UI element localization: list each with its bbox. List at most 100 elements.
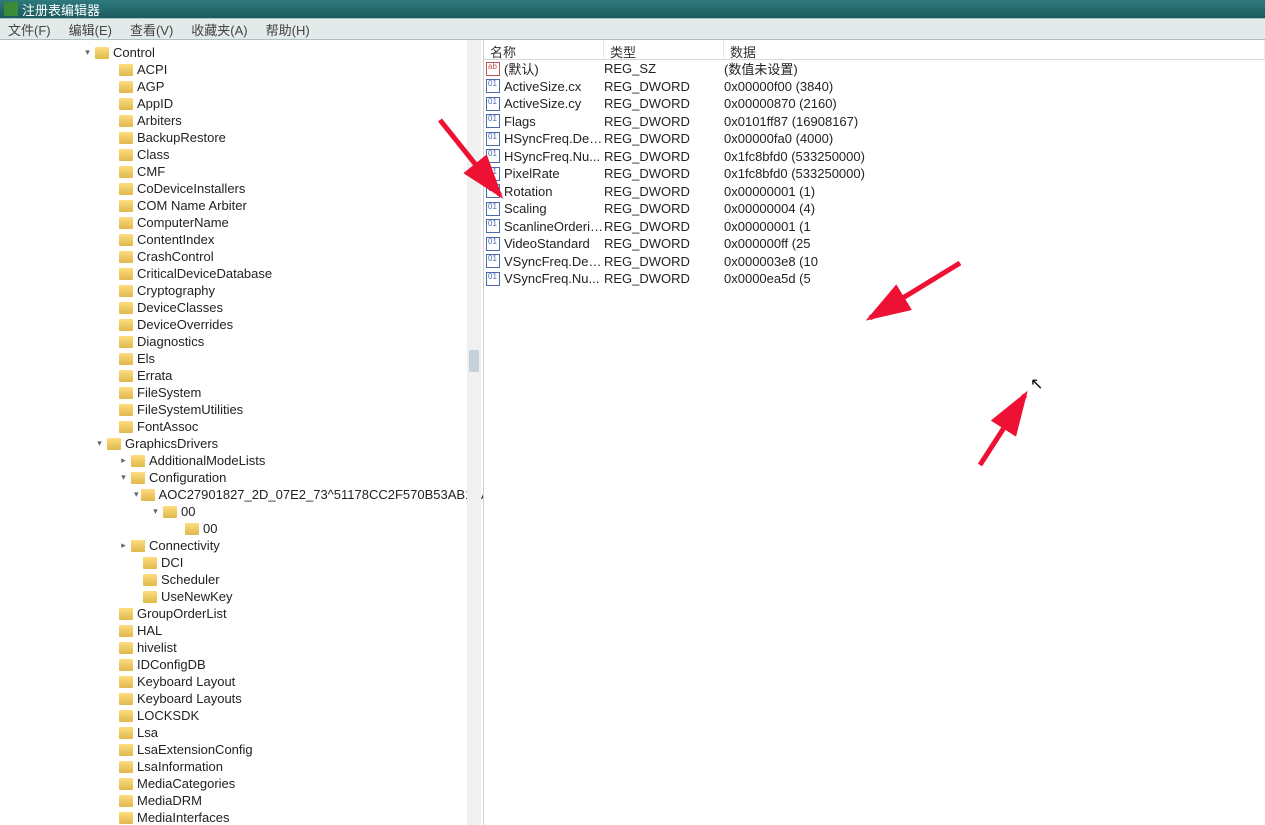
tree-item[interactable]: Cryptography bbox=[0, 282, 483, 299]
tree-scrollbar[interactable] bbox=[467, 40, 481, 825]
tree-item[interactable]: IDConfigDB bbox=[0, 656, 483, 673]
tree-item[interactable]: HAL bbox=[0, 622, 483, 639]
tree-item[interactable]: GroupOrderList bbox=[0, 605, 483, 622]
value-row[interactable]: PixelRateREG_DWORD0x1fc8bfd0 (533250000) bbox=[484, 165, 1265, 183]
tree-expander-icon[interactable]: ▾ bbox=[134, 489, 139, 500]
tree-item[interactable]: Errata bbox=[0, 367, 483, 384]
folder-icon bbox=[143, 557, 157, 569]
folder-icon bbox=[119, 608, 133, 620]
value-row[interactable]: FlagsREG_DWORD0x0101ff87 (16908167) bbox=[484, 113, 1265, 131]
tree-item[interactable]: Diagnostics bbox=[0, 333, 483, 350]
tree-item[interactable]: MediaInterfaces bbox=[0, 809, 483, 825]
value-data: 0x00000f00 (3840) bbox=[724, 79, 1265, 94]
value-row[interactable]: ScalingREG_DWORD0x00000004 (4) bbox=[484, 200, 1265, 218]
tree-expander-icon[interactable]: ▾ bbox=[150, 506, 161, 517]
value-row[interactable]: (默认)REG_SZ(数值未设置) bbox=[484, 60, 1265, 78]
tree-item[interactable]: ▾ AOC27901827_2D_07E2_73^51178CC2F570B53A… bbox=[0, 486, 483, 503]
tree-item[interactable]: ContentIndex bbox=[0, 231, 483, 248]
tree-item[interactable]: 00 bbox=[0, 520, 483, 537]
tree-item[interactable]: LOCKSDK bbox=[0, 707, 483, 724]
tree-expander-icon[interactable]: ▸ bbox=[118, 455, 129, 466]
tree-label: FileSystem bbox=[137, 385, 201, 400]
tree-item[interactable]: ▸ AdditionalModeLists bbox=[0, 452, 483, 469]
tree-item[interactable]: LsaInformation bbox=[0, 758, 483, 775]
tree-item[interactable]: Els bbox=[0, 350, 483, 367]
tree-label: Diagnostics bbox=[137, 334, 204, 349]
folder-icon bbox=[119, 387, 133, 399]
tree-item[interactable]: DeviceClasses bbox=[0, 299, 483, 316]
tree-item[interactable]: MediaCategories bbox=[0, 775, 483, 792]
tree-item[interactable]: MediaDRM bbox=[0, 792, 483, 809]
tree-item[interactable]: ▾ Configuration bbox=[0, 469, 483, 486]
menu-file[interactable]: 文件(F) bbox=[2, 18, 57, 41]
column-name[interactable]: 名称 bbox=[484, 40, 604, 59]
scrollbar-thumb[interactable] bbox=[469, 350, 479, 372]
tree-item[interactable]: Keyboard Layouts bbox=[0, 690, 483, 707]
folder-icon bbox=[107, 438, 121, 450]
value-row[interactable]: ActiveSize.cyREG_DWORD0x00000870 (2160) bbox=[484, 95, 1265, 113]
folder-icon bbox=[185, 523, 199, 535]
value-data: 0x000000ff (25 bbox=[724, 236, 1265, 251]
tree-item[interactable]: ACPI bbox=[0, 61, 483, 78]
tree-item[interactable]: Arbiters bbox=[0, 112, 483, 129]
value-row[interactable]: RotationREG_DWORD0x00000001 (1) bbox=[484, 183, 1265, 201]
tree-item[interactable]: DCI bbox=[0, 554, 483, 571]
tree-item[interactable]: CriticalDeviceDatabase bbox=[0, 265, 483, 282]
tree-expander-icon[interactable]: ▾ bbox=[118, 472, 129, 483]
tree-item[interactable]: BackupRestore bbox=[0, 129, 483, 146]
tree-item[interactable]: DeviceOverrides bbox=[0, 316, 483, 333]
menu-edit[interactable]: 编辑(E) bbox=[63, 18, 118, 41]
value-row[interactable]: VideoStandardREG_DWORD0x000000ff (25 bbox=[484, 235, 1265, 253]
tree-item[interactable]: AGP bbox=[0, 78, 483, 95]
tree-label: Configuration bbox=[149, 470, 226, 485]
binary-value-icon bbox=[486, 97, 500, 111]
tree-label: AOC27901827_2D_07E2_73^51178CC2F570B53AB… bbox=[159, 487, 484, 502]
tree-item[interactable]: CMF bbox=[0, 163, 483, 180]
tree-item[interactable]: ▾GraphicsDrivers bbox=[0, 435, 483, 452]
menu-help[interactable]: 帮助(H) bbox=[260, 18, 316, 41]
value-row[interactable]: ActiveSize.cxREG_DWORD0x00000f00 (3840) bbox=[484, 78, 1265, 96]
folder-icon bbox=[119, 353, 133, 365]
value-row[interactable]: VSyncFreq.Den...REG_DWORD0x000003e8 (10 bbox=[484, 253, 1265, 271]
tree-item[interactable]: CoDeviceInstallers bbox=[0, 180, 483, 197]
value-name: Flags bbox=[504, 114, 604, 129]
tree-item[interactable]: CrashControl bbox=[0, 248, 483, 265]
menu-view[interactable]: 查看(V) bbox=[124, 18, 179, 41]
tree-item[interactable]: ▾ Control bbox=[0, 44, 483, 61]
tree-expander-icon[interactable]: ▾ bbox=[94, 438, 105, 449]
tree-item[interactable]: ComputerName bbox=[0, 214, 483, 231]
tree-label: AdditionalModeLists bbox=[149, 453, 265, 468]
value-row[interactable]: ScanlineOrderingREG_DWORD0x00000001 (1 bbox=[484, 218, 1265, 236]
tree-item[interactable]: COM Name Arbiter bbox=[0, 197, 483, 214]
tree-item[interactable]: ▾00 bbox=[0, 503, 483, 520]
tree-expander-icon[interactable]: ▾ bbox=[82, 47, 93, 58]
column-type[interactable]: 类型 bbox=[604, 40, 724, 59]
tree-item[interactable]: Scheduler bbox=[0, 571, 483, 588]
tree-item[interactable]: Keyboard Layout bbox=[0, 673, 483, 690]
value-list[interactable]: 名称 类型 数据 (默认)REG_SZ(数值未设置)ActiveSize.cxR… bbox=[484, 40, 1265, 825]
menu-favorites[interactable]: 收藏夹(A) bbox=[185, 18, 253, 41]
tree-item[interactable]: UseNewKey bbox=[0, 588, 483, 605]
tree-item[interactable]: hivelist bbox=[0, 639, 483, 656]
tree-item[interactable]: FileSystemUtilities bbox=[0, 401, 483, 418]
tree-item[interactable]: LsaExtensionConfig bbox=[0, 741, 483, 758]
tree-expander-icon[interactable]: ▸ bbox=[118, 540, 129, 551]
folder-icon bbox=[163, 506, 177, 518]
value-row[interactable]: HSyncFreq.Den...REG_DWORD0x00000fa0 (400… bbox=[484, 130, 1265, 148]
tree-item[interactable]: FontAssoc bbox=[0, 418, 483, 435]
tree-item[interactable]: Lsa bbox=[0, 724, 483, 741]
tree-item[interactable]: Class bbox=[0, 146, 483, 163]
value-data: 0x00000004 (4) bbox=[724, 201, 1265, 216]
value-row[interactable]: HSyncFreq.Nu...REG_DWORD0x1fc8bfd0 (5332… bbox=[484, 148, 1265, 166]
registry-tree[interactable]: ▾ ControlACPIAGPAppIDArbitersBackupRestor… bbox=[0, 40, 484, 825]
value-row[interactable]: VSyncFreq.Nu...REG_DWORD0x0000ea5d (5 bbox=[484, 270, 1265, 288]
tree-item[interactable]: FileSystem bbox=[0, 384, 483, 401]
tree-item[interactable]: ▸Connectivity bbox=[0, 537, 483, 554]
tree-item[interactable]: AppID bbox=[0, 95, 483, 112]
folder-icon bbox=[119, 370, 133, 382]
tree-label: MediaInterfaces bbox=[137, 810, 230, 825]
tree-label: CoDeviceInstallers bbox=[137, 181, 245, 196]
tree-expander-icon bbox=[106, 642, 117, 653]
tree-label: Control bbox=[113, 45, 155, 60]
column-data[interactable]: 数据 bbox=[724, 40, 1265, 59]
